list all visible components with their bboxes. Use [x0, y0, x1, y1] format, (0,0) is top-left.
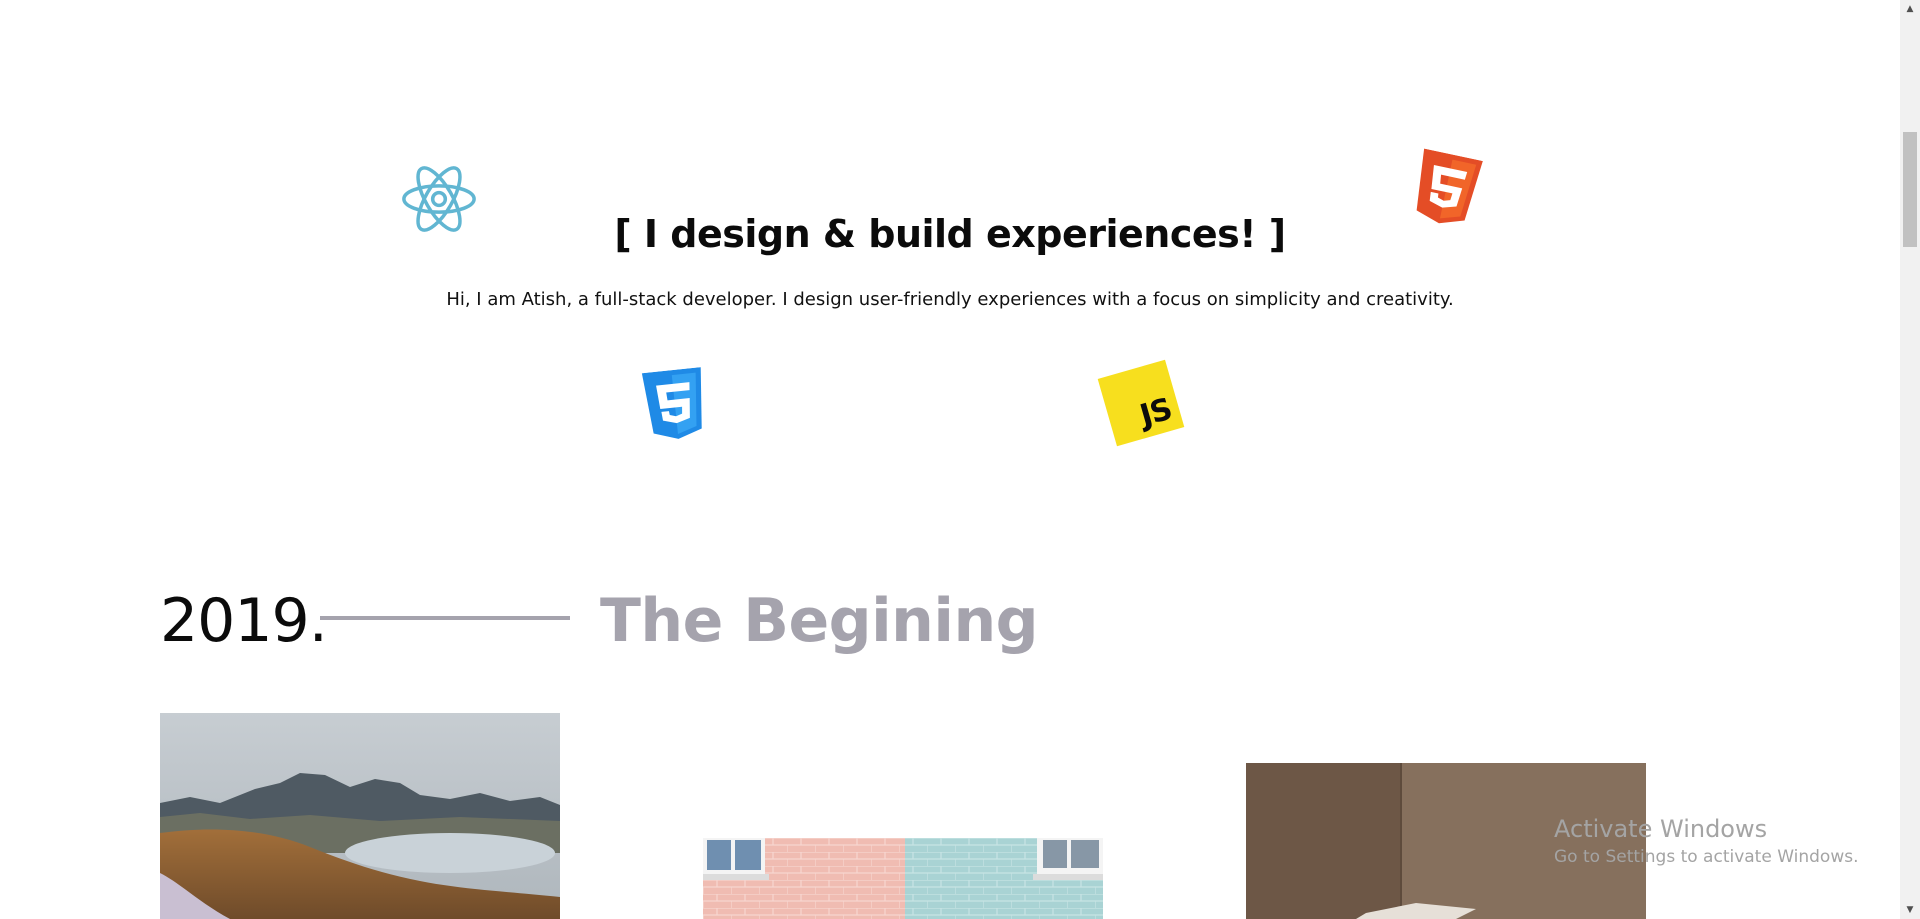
page-viewport: JS [ I design & build experiences! ] Hi,… — [0, 0, 1900, 919]
timeline-year: 2019. — [160, 586, 328, 656]
timeline-divider — [320, 616, 570, 620]
photo-mountain-lake[interactable] — [160, 713, 560, 919]
scroll-down-arrow-icon[interactable]: ▼ — [1900, 901, 1920, 919]
scrollbar-thumb[interactable] — [1903, 132, 1917, 247]
javascript-icon-label: JS — [1136, 391, 1176, 434]
scroll-up-arrow-icon[interactable]: ▲ — [1900, 0, 1920, 18]
photo-interior[interactable] — [1246, 763, 1646, 919]
javascript-icon: JS — [1097, 359, 1185, 447]
hero-title: [ I design & build experiences! ] — [614, 212, 1286, 256]
hero-description: Hi, I am Atish, a full-stack developer. … — [446, 289, 1454, 310]
photo-brick-wall[interactable] — [703, 838, 1103, 919]
timeline-title: The Begining — [600, 586, 1039, 656]
vertical-scrollbar[interactable]: ▲ ▼ — [1900, 0, 1920, 919]
css3-icon — [639, 367, 710, 444]
